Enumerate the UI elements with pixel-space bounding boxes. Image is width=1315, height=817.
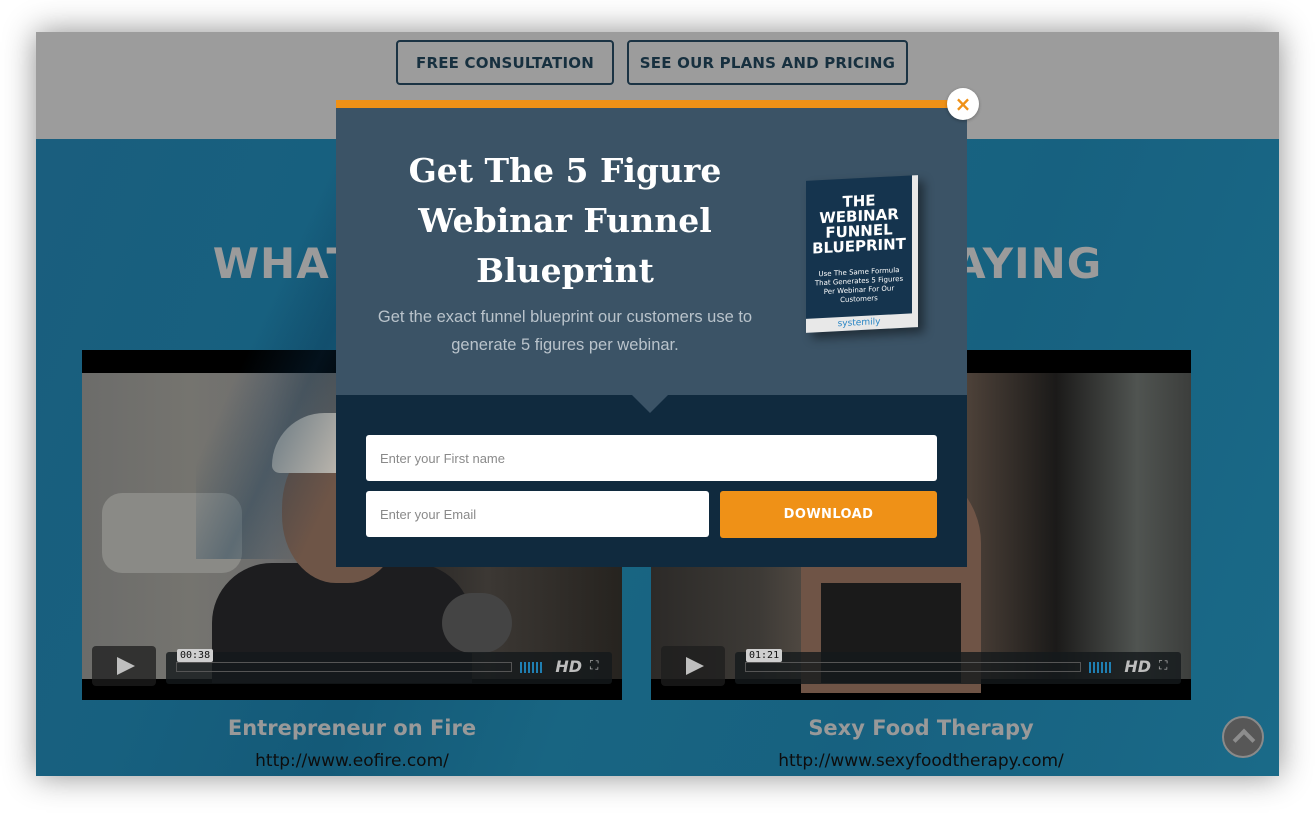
volume-icon[interactable] bbox=[1089, 662, 1111, 673]
video-controls: 01:21 HD ⛶ bbox=[661, 646, 1181, 686]
ebook-subtitle: Use The Same Formula That Generates 5 Fi… bbox=[814, 266, 904, 305]
progress-bar[interactable]: 00:38 bbox=[176, 649, 512, 672]
fullscreen-icon[interactable]: ⛶ bbox=[1159, 659, 1171, 671]
modal-header: Get The 5 Figure Webinar Funnel Blueprin… bbox=[336, 100, 967, 395]
ebook-brand: systemily bbox=[806, 313, 912, 333]
modal-subtitle: Get the exact funnel blueprint our custo… bbox=[377, 308, 753, 354]
thumbnail-detail bbox=[442, 593, 512, 653]
control-bar: 00:38 HD ⛶ bbox=[166, 649, 612, 684]
video-link[interactable]: http://www.eofire.com/ bbox=[82, 751, 622, 771]
optin-modal: Get The 5 Figure Webinar Funnel Blueprin… bbox=[336, 88, 979, 567]
thumbnail-detail bbox=[102, 493, 242, 573]
close-icon[interactable]: × bbox=[947, 88, 979, 120]
video-link[interactable]: http://www.sexyfoodtherapy.com/ bbox=[651, 751, 1191, 771]
chevron-up-icon[interactable] bbox=[1222, 716, 1264, 758]
video-controls: 00:38 HD ⛶ bbox=[92, 646, 612, 686]
download-button[interactable]: DOWNLOAD bbox=[720, 491, 937, 538]
ebook-title: THE WEBINAR FUNNEL BLUEPRINT bbox=[812, 191, 906, 258]
pointer-arrow bbox=[632, 395, 668, 413]
play-icon[interactable] bbox=[661, 646, 725, 686]
email-input[interactable] bbox=[366, 491, 709, 537]
video-title: Sexy Food Therapy bbox=[808, 716, 1034, 740]
modal-title: Get The 5 Figure Webinar Funnel Blueprin… bbox=[408, 151, 722, 290]
first-name-input[interactable] bbox=[366, 435, 937, 481]
duration-badge: 01:21 bbox=[746, 649, 783, 662]
duration-badge: 00:38 bbox=[177, 649, 214, 662]
hd-toggle[interactable]: HD bbox=[1124, 657, 1151, 676]
hd-toggle[interactable]: HD bbox=[555, 657, 582, 676]
plans-pricing-button[interactable]: SEE OUR PLANS AND PRICING bbox=[627, 40, 908, 85]
modal-form-area bbox=[336, 395, 967, 567]
fullscreen-icon[interactable]: ⛶ bbox=[590, 659, 602, 671]
progress-bar[interactable]: 01:21 bbox=[745, 649, 1081, 672]
control-bar: 01:21 HD ⛶ bbox=[735, 649, 1181, 684]
video-title: Entrepreneur on Fire bbox=[227, 716, 477, 740]
volume-icon[interactable] bbox=[520, 662, 542, 673]
play-icon[interactable] bbox=[92, 646, 156, 686]
ebook-cover-image: THE WEBINAR FUNNEL BLUEPRINT Use The Sam… bbox=[806, 175, 918, 333]
free-consultation-button[interactable]: FREE CONSULTATION bbox=[396, 40, 614, 85]
